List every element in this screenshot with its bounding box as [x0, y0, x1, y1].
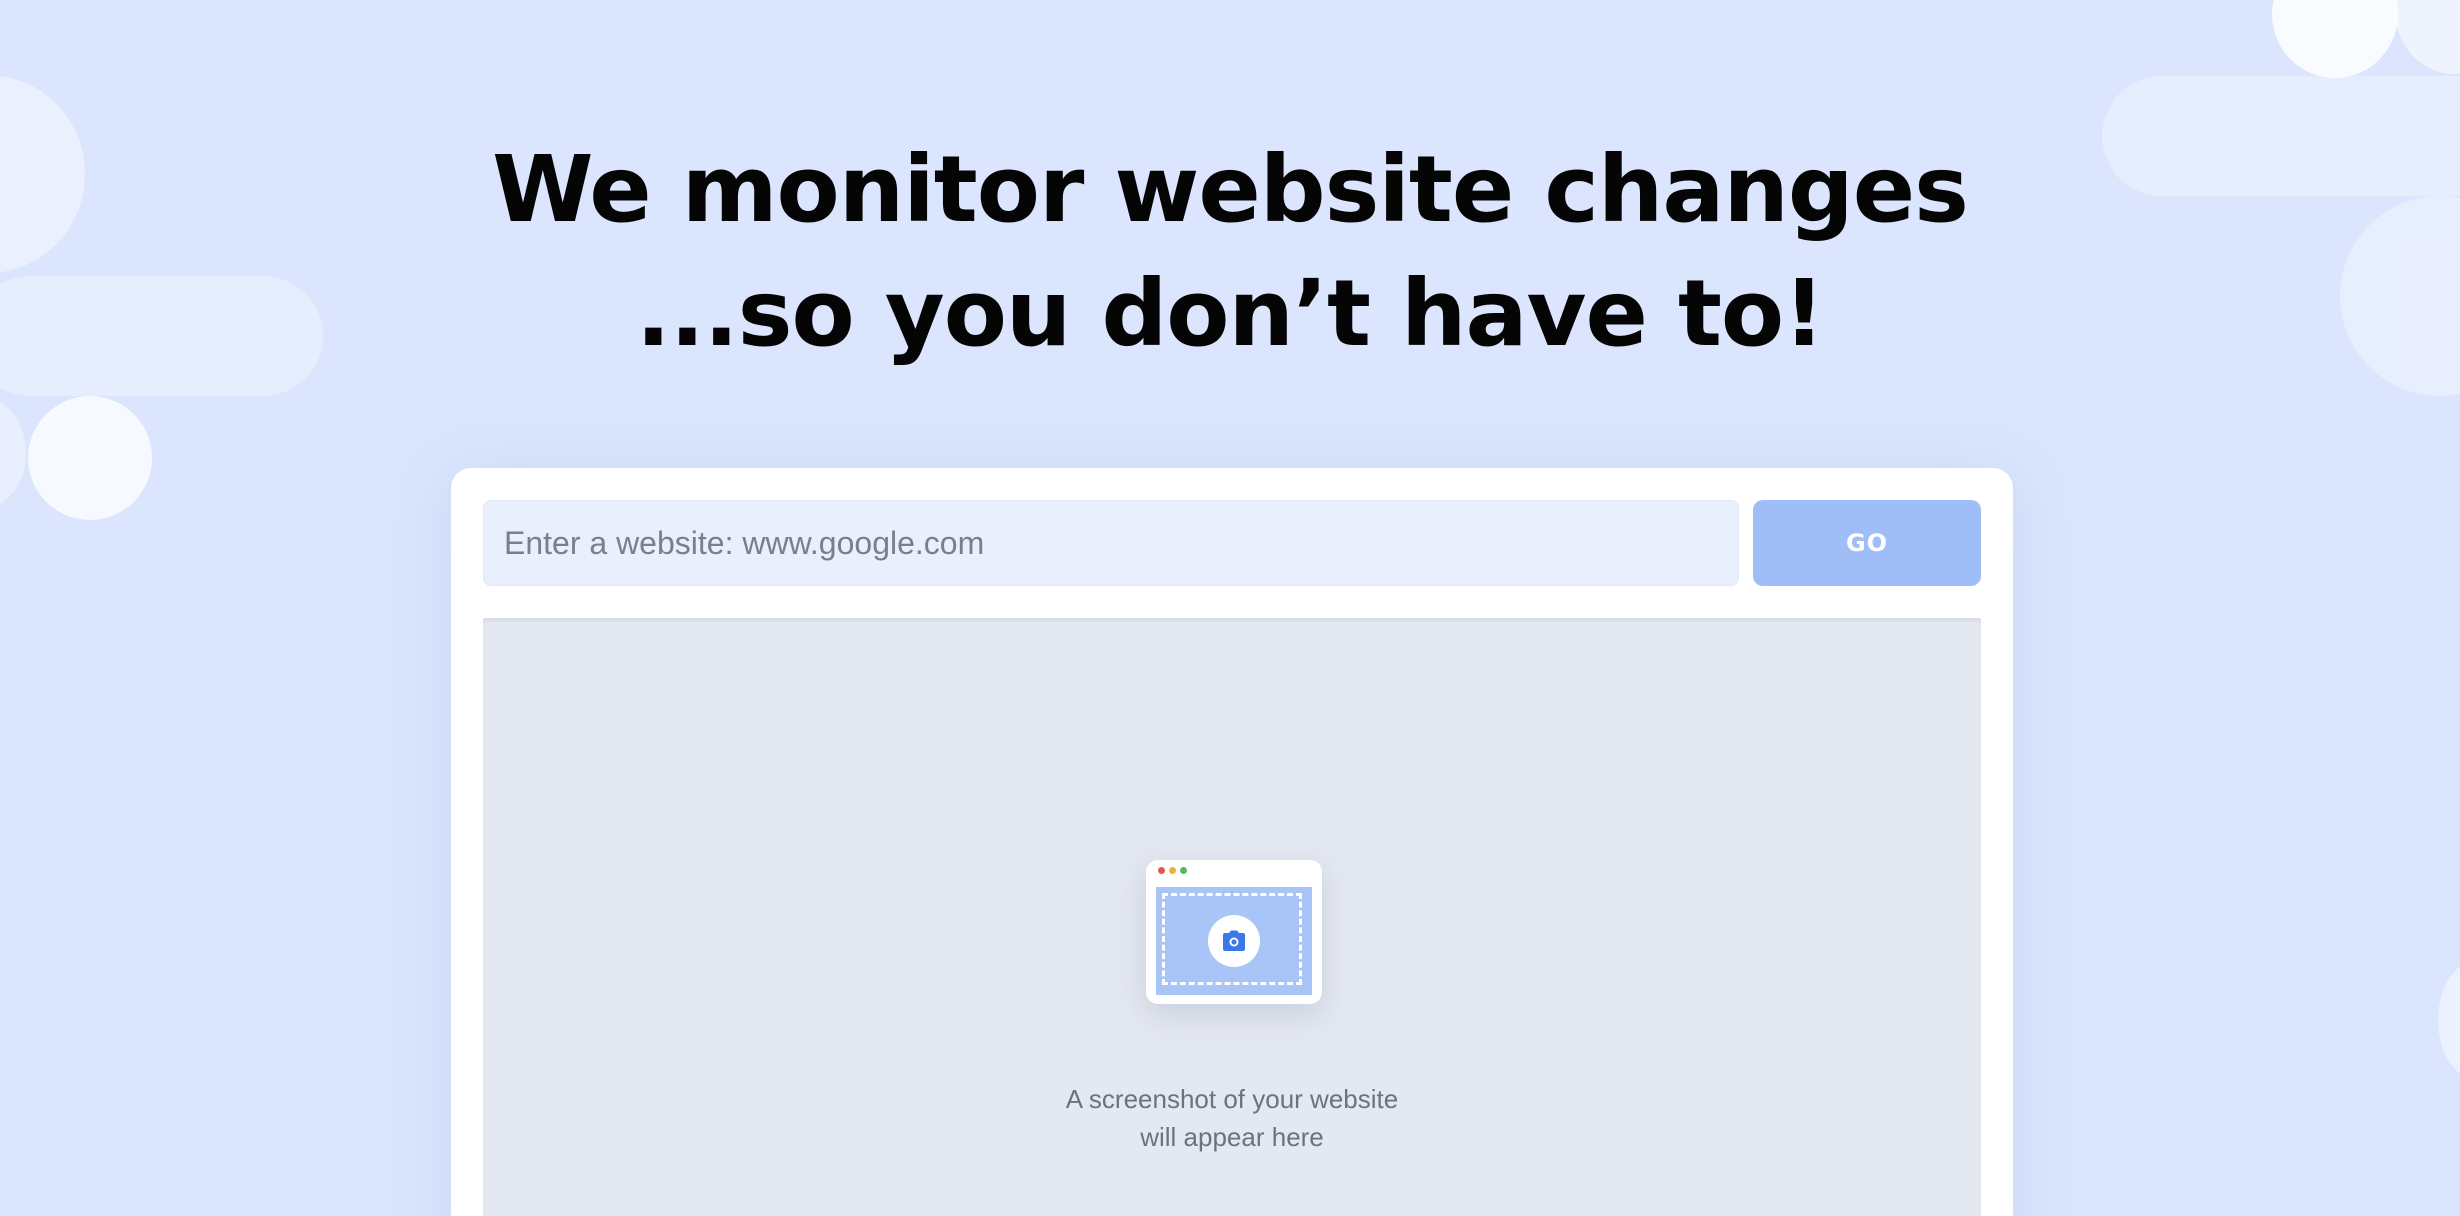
headline-line-1: We monitor website changes: [492, 136, 1969, 243]
browser-window-illustration: [1146, 860, 1322, 1004]
window-minimize-dot: [1169, 867, 1176, 874]
screenshot-placeholder-frame: [1156, 887, 1312, 995]
preview-caption-line-2: will appear here: [1140, 1122, 1324, 1152]
landing-page: We monitor website changes ...so you don…: [0, 0, 2460, 1216]
decorative-circle: [2394, 0, 2460, 74]
window-close-dot: [1158, 867, 1165, 874]
window-maximize-dot: [1180, 867, 1187, 874]
go-button[interactable]: GO: [1753, 500, 1981, 586]
page-headline: We monitor website changes ...so you don…: [0, 128, 2460, 376]
monitor-card: GO A screenshot: [451, 468, 2013, 1216]
decorative-circle: [2272, 0, 2398, 78]
decorative-circle: [0, 398, 26, 508]
preview-caption: A screenshot of your website will appear…: [483, 1080, 1981, 1156]
preview-caption-line-1: A screenshot of your website: [1065, 1084, 1399, 1114]
camera-icon: [1208, 915, 1260, 967]
headline-line-2: ...so you don’t have to!: [635, 260, 1825, 367]
website-url-input[interactable]: [483, 500, 1739, 586]
screenshot-preview-area: A screenshot of your website will appear…: [483, 618, 1981, 1216]
decorative-circle: [28, 396, 152, 520]
decorative-circle: [2438, 960, 2460, 1080]
